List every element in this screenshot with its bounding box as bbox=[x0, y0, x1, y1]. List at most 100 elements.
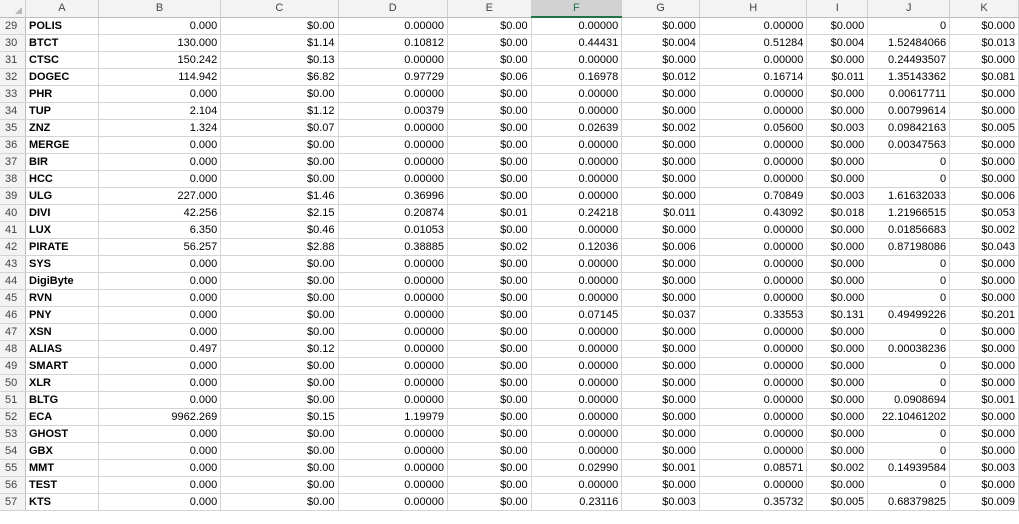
row-header[interactable]: 32 bbox=[0, 68, 26, 86]
cell-f42[interactable]: 0.12036 bbox=[531, 238, 623, 256]
cell-f51[interactable]: 0.00000 bbox=[531, 391, 623, 409]
cell-k47[interactable]: $0.000 bbox=[949, 323, 1019, 341]
cell-f53[interactable]: 0.00000 bbox=[531, 425, 623, 443]
cell-c31[interactable]: $0.13 bbox=[220, 51, 339, 69]
cell-j47[interactable]: 0 bbox=[867, 323, 951, 341]
row-header[interactable]: 56 bbox=[0, 476, 26, 494]
cell-k48[interactable]: $0.000 bbox=[949, 340, 1019, 358]
cell-j42[interactable]: 0.87198086 bbox=[867, 238, 951, 256]
cell-i35[interactable]: $0.003 bbox=[806, 119, 869, 137]
cell-g54[interactable]: $0.000 bbox=[621, 442, 700, 460]
cell-c47[interactable]: $0.00 bbox=[220, 323, 339, 341]
cell-e50[interactable]: $0.00 bbox=[447, 374, 532, 392]
cell-f49[interactable]: 0.00000 bbox=[531, 357, 623, 375]
cell-i33[interactable]: $0.000 bbox=[806, 85, 869, 103]
cell-j49[interactable]: 0 bbox=[867, 357, 951, 375]
row-header[interactable]: 38 bbox=[0, 170, 26, 188]
cell-e51[interactable]: $0.00 bbox=[447, 391, 532, 409]
cell-h30[interactable]: 0.51284 bbox=[699, 34, 808, 52]
cell-d34[interactable]: 0.00379 bbox=[338, 102, 449, 120]
cell-c48[interactable]: $0.12 bbox=[220, 340, 339, 358]
cell-f54[interactable]: 0.00000 bbox=[531, 442, 623, 460]
cell-j32[interactable]: 1.35143362 bbox=[867, 68, 951, 86]
cell-j46[interactable]: 0.49499226 bbox=[867, 306, 951, 324]
cell-d45[interactable]: 0.00000 bbox=[338, 289, 449, 307]
cell-j36[interactable]: 0.00347563 bbox=[867, 136, 951, 154]
cell-a54[interactable]: GBX bbox=[25, 442, 99, 460]
cell-i54[interactable]: $0.000 bbox=[806, 442, 869, 460]
cell-g53[interactable]: $0.000 bbox=[621, 425, 700, 443]
cell-d51[interactable]: 0.00000 bbox=[338, 391, 449, 409]
cell-b36[interactable]: 0.000 bbox=[98, 136, 222, 154]
cell-g42[interactable]: $0.006 bbox=[621, 238, 700, 256]
cell-b37[interactable]: 0.000 bbox=[98, 153, 222, 171]
cell-c53[interactable]: $0.00 bbox=[220, 425, 339, 443]
cell-d32[interactable]: 0.97729 bbox=[338, 68, 449, 86]
cell-a46[interactable]: PNY bbox=[25, 306, 99, 324]
cell-f47[interactable]: 0.00000 bbox=[531, 323, 623, 341]
cell-e32[interactable]: $0.06 bbox=[447, 68, 532, 86]
cell-j44[interactable]: 0 bbox=[867, 272, 951, 290]
column-header-i[interactable]: I bbox=[806, 0, 869, 18]
cell-f52[interactable]: 0.00000 bbox=[531, 408, 623, 426]
cell-d36[interactable]: 0.00000 bbox=[338, 136, 449, 154]
cell-h36[interactable]: 0.00000 bbox=[699, 136, 808, 154]
row-header[interactable]: 36 bbox=[0, 136, 26, 154]
cell-a36[interactable]: MERGE bbox=[25, 136, 99, 154]
cell-e46[interactable]: $0.00 bbox=[447, 306, 532, 324]
cell-a56[interactable]: TEST bbox=[25, 476, 99, 494]
cell-d40[interactable]: 0.20874 bbox=[338, 204, 449, 222]
cell-a57[interactable]: KTS bbox=[25, 493, 99, 511]
cell-h35[interactable]: 0.05600 bbox=[699, 119, 808, 137]
cell-a49[interactable]: SMART bbox=[25, 357, 99, 375]
cell-i52[interactable]: $0.000 bbox=[806, 408, 869, 426]
cell-h45[interactable]: 0.00000 bbox=[699, 289, 808, 307]
cell-g46[interactable]: $0.037 bbox=[621, 306, 700, 324]
cell-j41[interactable]: 0.01856683 bbox=[867, 221, 951, 239]
cell-g32[interactable]: $0.012 bbox=[621, 68, 700, 86]
cell-j30[interactable]: 1.52484066 bbox=[867, 34, 951, 52]
cell-g50[interactable]: $0.000 bbox=[621, 374, 700, 392]
cell-i39[interactable]: $0.003 bbox=[806, 187, 869, 205]
row-header[interactable]: 45 bbox=[0, 289, 26, 307]
cell-j48[interactable]: 0.00038236 bbox=[867, 340, 951, 358]
cell-c42[interactable]: $2.88 bbox=[220, 238, 339, 256]
cell-d55[interactable]: 0.00000 bbox=[338, 459, 449, 477]
cell-h37[interactable]: 0.00000 bbox=[699, 153, 808, 171]
cell-f41[interactable]: 0.00000 bbox=[531, 221, 623, 239]
cell-j52[interactable]: 22.10461202 bbox=[867, 408, 951, 426]
cell-c56[interactable]: $0.00 bbox=[220, 476, 339, 494]
cell-k32[interactable]: $0.081 bbox=[949, 68, 1019, 86]
cell-d37[interactable]: 0.00000 bbox=[338, 153, 449, 171]
cell-i40[interactable]: $0.018 bbox=[806, 204, 869, 222]
cell-j56[interactable]: 0 bbox=[867, 476, 951, 494]
cell-f48[interactable]: 0.00000 bbox=[531, 340, 623, 358]
row-header[interactable]: 50 bbox=[0, 374, 26, 392]
cell-e39[interactable]: $0.00 bbox=[447, 187, 532, 205]
column-header-c[interactable]: C bbox=[220, 0, 339, 18]
cell-k38[interactable]: $0.000 bbox=[949, 170, 1019, 188]
cell-e49[interactable]: $0.00 bbox=[447, 357, 532, 375]
column-header-a[interactable]: A bbox=[25, 0, 99, 18]
cell-i55[interactable]: $0.002 bbox=[806, 459, 869, 477]
cell-a44[interactable]: DigiByte bbox=[25, 272, 99, 290]
cell-i30[interactable]: $0.004 bbox=[806, 34, 869, 52]
cell-g30[interactable]: $0.004 bbox=[621, 34, 700, 52]
cell-f46[interactable]: 0.07145 bbox=[531, 306, 623, 324]
cell-e36[interactable]: $0.00 bbox=[447, 136, 532, 154]
cell-f36[interactable]: 0.00000 bbox=[531, 136, 623, 154]
column-header-g[interactable]: G bbox=[621, 0, 700, 18]
cell-k50[interactable]: $0.000 bbox=[949, 374, 1019, 392]
cell-b33[interactable]: 0.000 bbox=[98, 85, 222, 103]
cell-k43[interactable]: $0.000 bbox=[949, 255, 1019, 273]
cell-c41[interactable]: $0.46 bbox=[220, 221, 339, 239]
cell-e52[interactable]: $0.00 bbox=[447, 408, 532, 426]
cell-g52[interactable]: $0.000 bbox=[621, 408, 700, 426]
cell-g39[interactable]: $0.000 bbox=[621, 187, 700, 205]
cell-f56[interactable]: 0.00000 bbox=[531, 476, 623, 494]
cell-f40[interactable]: 0.24218 bbox=[531, 204, 623, 222]
cell-b52[interactable]: 9962.269 bbox=[98, 408, 222, 426]
row-header[interactable]: 57 bbox=[0, 493, 26, 511]
row-header[interactable]: 34 bbox=[0, 102, 26, 120]
cell-d42[interactable]: 0.38885 bbox=[338, 238, 449, 256]
